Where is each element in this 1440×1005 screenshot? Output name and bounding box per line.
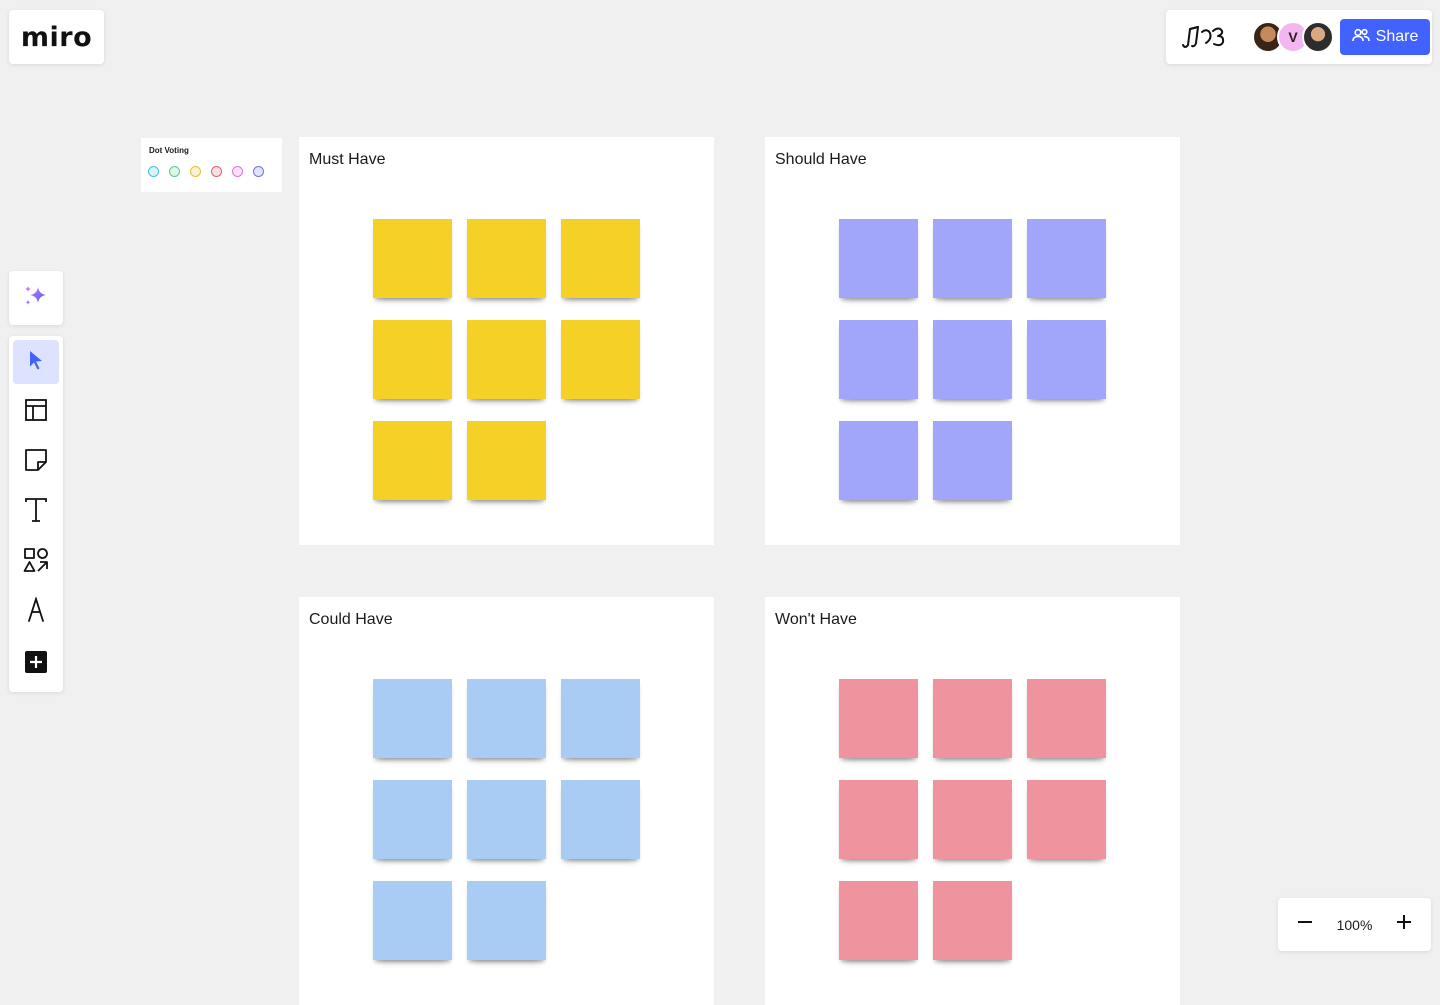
- zoom-out-button[interactable]: [1288, 908, 1322, 942]
- sticky-note[interactable]: [373, 421, 452, 500]
- sticky-note[interactable]: [839, 320, 918, 399]
- sticky-note[interactable]: [373, 679, 452, 758]
- vote-dots: [148, 166, 264, 177]
- minus-icon: [1296, 913, 1314, 936]
- sticky-note[interactable]: [561, 219, 640, 298]
- sticky-note[interactable]: [933, 881, 1012, 960]
- sticky-note-tool[interactable]: [13, 440, 59, 484]
- sticky-note[interactable]: [373, 881, 452, 960]
- vote-dot[interactable]: [232, 166, 243, 177]
- sticky-note[interactable]: [467, 679, 546, 758]
- sticky-note[interactable]: [561, 780, 640, 859]
- sticky-note[interactable]: [561, 679, 640, 758]
- sticky-note[interactable]: [839, 881, 918, 960]
- vote-dot[interactable]: [253, 166, 264, 177]
- plus-icon: [1395, 913, 1413, 936]
- layout-icon: [24, 398, 48, 427]
- users-icon: [1351, 28, 1370, 47]
- share-label: Share: [1375, 28, 1419, 45]
- reactions-icon[interactable]: [1180, 22, 1232, 52]
- collaborator-avatars[interactable]: V: [1252, 21, 1334, 53]
- dot-voting-widget[interactable]: Dot Voting: [141, 138, 282, 192]
- pen-icon: [25, 595, 47, 628]
- sticky-note[interactable]: [933, 219, 1012, 298]
- sparkle-icon: [23, 283, 49, 314]
- zoom-controls: 100%: [1278, 898, 1431, 951]
- frame-wont-have[interactable]: Won't Have: [765, 597, 1180, 1005]
- vote-dot[interactable]: [211, 166, 222, 177]
- sticky-note[interactable]: [467, 780, 546, 859]
- sticky-note[interactable]: [373, 320, 452, 399]
- frame-should-have[interactable]: Should Have: [765, 137, 1180, 545]
- select-tool[interactable]: [13, 340, 59, 384]
- text-tool[interactable]: [13, 490, 59, 534]
- sticky-note[interactable]: [933, 421, 1012, 500]
- cursor-icon: [27, 349, 45, 376]
- sticky-note[interactable]: [933, 780, 1012, 859]
- shapes-tool[interactable]: [13, 540, 59, 584]
- dot-voting-title: Dot Voting: [149, 146, 189, 155]
- vote-dot[interactable]: [190, 166, 201, 177]
- avatar[interactable]: [1302, 21, 1334, 53]
- left-toolbar: [9, 336, 63, 692]
- sticky-note[interactable]: [839, 421, 918, 500]
- collaboration-bar: V Share: [1166, 10, 1432, 64]
- frame-title: Won't Have: [775, 611, 857, 628]
- shapes-icon: [23, 547, 49, 578]
- sticky-note[interactable]: [373, 780, 452, 859]
- sticky-note[interactable]: [1027, 679, 1106, 758]
- sticky-note[interactable]: [839, 780, 918, 859]
- plus-square-icon: [24, 650, 48, 679]
- sticky-note[interactable]: [467, 320, 546, 399]
- sticky-note[interactable]: [467, 881, 546, 960]
- sticky-note[interactable]: [467, 219, 546, 298]
- frame-title: Must Have: [309, 151, 386, 168]
- sticky-note[interactable]: [467, 421, 546, 500]
- sticky-note[interactable]: [1027, 320, 1106, 399]
- text-icon: [24, 497, 48, 528]
- sticky-note[interactable]: [839, 219, 918, 298]
- vote-dot[interactable]: [148, 166, 159, 177]
- miro-logo[interactable]: miro: [9, 10, 104, 64]
- sticky-note[interactable]: [1027, 219, 1106, 298]
- zoom-level[interactable]: 100%: [1337, 917, 1373, 933]
- share-button[interactable]: Share: [1340, 19, 1430, 55]
- sticky-note[interactable]: [933, 320, 1012, 399]
- logo-text: miro: [20, 21, 93, 53]
- vote-dot[interactable]: [169, 166, 180, 177]
- sticky-note[interactable]: [839, 679, 918, 758]
- templates-tool[interactable]: [13, 390, 59, 434]
- frame-title: Could Have: [309, 611, 393, 628]
- sticky-note[interactable]: [373, 219, 452, 298]
- ai-assist-button[interactable]: [9, 271, 63, 325]
- more-apps-tool[interactable]: [13, 642, 59, 686]
- sticky-note[interactable]: [1027, 780, 1106, 859]
- frame-title: Should Have: [775, 151, 867, 168]
- pen-tool[interactable]: [13, 590, 59, 634]
- frame-must-have[interactable]: Must Have: [299, 137, 714, 545]
- sticky-note[interactable]: [561, 320, 640, 399]
- zoom-in-button[interactable]: [1387, 908, 1421, 942]
- frame-could-have[interactable]: Could Have: [299, 597, 714, 1005]
- sticky-note[interactable]: [933, 679, 1012, 758]
- sticky-note-icon: [24, 448, 48, 477]
